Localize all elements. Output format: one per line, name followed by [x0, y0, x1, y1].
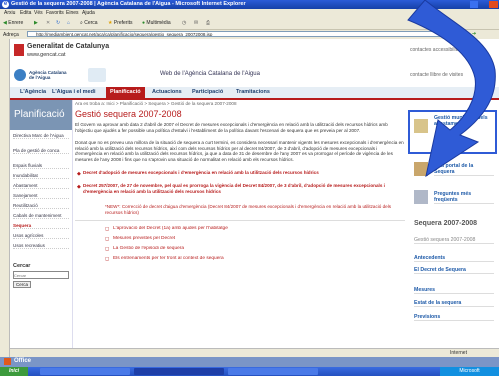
nav-participacio[interactable]: Participació [188, 87, 227, 98]
nav-actuacions[interactable]: Actuacions [148, 87, 186, 98]
site-search-input[interactable] [13, 271, 69, 279]
decree-link-2[interactable]: Decret 257/2007, de 27 de novembre, pel … [83, 183, 405, 194]
left-item-sequera[interactable]: Sequera [13, 223, 69, 229]
left-item-espais-fluvials[interactable]: Espais fluvials [13, 163, 69, 169]
star-icon: ★ [108, 20, 113, 26]
mail-icon[interactable]: ✉ [194, 19, 198, 27]
left-item-pla-gestio[interactable]: Pla de gestió de conca [13, 148, 69, 154]
nav-tramitacions[interactable]: Tramitacions [232, 87, 274, 98]
left-item-inundabilitat[interactable]: Inundabilitat [13, 173, 69, 179]
bullet-icon: ◆ [77, 171, 81, 177]
office-shortcut-bar: Office [0, 357, 499, 367]
right-item-mesures[interactable]: Mesures [414, 287, 494, 294]
related-link-4[interactable]: Els entrenaments per fer front al contex… [113, 256, 393, 261]
search-button[interactable]: ⌕ Cerca [80, 19, 98, 27]
related-link-3[interactable]: La Gestió de l'episodi de sequera [113, 246, 393, 251]
agency-welcome: Web de l'Agència Catalana de l'Aigua [160, 71, 260, 77]
agency-logo-text: Agència Catalana de l'Aigua [29, 70, 67, 80]
nav-planificacio[interactable]: Planificació [106, 87, 145, 98]
nav-aigua-medi[interactable]: L'Aigua i el medi [48, 87, 99, 98]
bullet-icon: ◆ [77, 184, 81, 190]
back-arrow-icon: ◀ [3, 20, 7, 26]
right-item-previsions[interactable]: Previsions [414, 314, 494, 321]
office-logo-icon [4, 358, 11, 365]
status-bar: Internet [10, 348, 499, 357]
org-name: Generalitat de Catalunya [27, 43, 110, 50]
menu-item-edit[interactable]: Edita [20, 10, 31, 16]
menu-item-tools[interactable]: Eines [66, 10, 79, 16]
org-url[interactable]: www.gencat.cat [27, 52, 66, 58]
section-title: Planificació [10, 100, 72, 130]
menu-item-view[interactable]: Vés [34, 10, 43, 16]
system-tray: Microsoft [440, 367, 499, 376]
right-item-decret[interactable]: El Decret de Sequera [414, 267, 494, 274]
left-item-sanejament[interactable]: Sanejament [13, 193, 69, 199]
taskbar-app-2[interactable] [134, 368, 224, 375]
left-nav: Planificació Directiva Marc de l'Aigua P… [10, 100, 73, 357]
left-item-abastament[interactable]: Abastament [13, 183, 69, 189]
divider [75, 220, 405, 221]
ie-icon: e [2, 1, 9, 8]
refresh-icon[interactable]: ↻ [56, 19, 60, 27]
right-section-title: Sequera 2007-2008 [414, 220, 478, 227]
right-item-gestio[interactable]: Gestió sequera 2007-2008 [414, 237, 494, 244]
related-link-2[interactable]: Mesures previstes pel Decret [113, 236, 393, 241]
taskbar-app-3[interactable] [228, 368, 318, 375]
left-item-usos-recreatius[interactable]: Usos recreatius [13, 243, 69, 249]
faq-thumbnail-icon [414, 190, 428, 204]
left-item-usos-agricoles[interactable]: Usos agrícoles [13, 233, 69, 239]
aca-logo-icon [14, 69, 26, 81]
print-icon[interactable]: ⎙ [206, 19, 210, 27]
nav-agencia[interactable]: L'Agència [16, 87, 50, 98]
left-panel-gutter [0, 39, 10, 357]
favorites-button[interactable]: ★ Preferits [108, 19, 133, 27]
forward-arrow-icon[interactable]: ▶ [34, 19, 38, 27]
windows-taskbar: Inici Microsoft [0, 367, 499, 376]
taskbar-app-1[interactable] [40, 368, 130, 375]
water-drop-icon [88, 68, 106, 82]
left-item-dma[interactable]: Directiva Marc de l'Aigua [13, 133, 69, 139]
media-icon: ● [142, 20, 146, 26]
bullet-icon: ◻ [105, 226, 110, 232]
related-link-1[interactable]: L'aprovació del Decret (1a) amb ajudes p… [113, 226, 393, 231]
status-zone: Internet [450, 350, 467, 356]
address-label: Adreça [3, 32, 19, 38]
home-icon[interactable]: ⌂ [67, 19, 70, 27]
left-item-cabals[interactable]: Cabals de manteniment [13, 213, 69, 219]
annotation-arrow-icon [407, 0, 496, 178]
media-button[interactable]: ● Multimèdia [142, 19, 171, 27]
office-label[interactable]: Office [14, 358, 31, 364]
right-item-antecedents[interactable]: Antecedents [414, 255, 494, 262]
stop-icon[interactable]: ✕ [46, 19, 50, 27]
menu-item-file[interactable]: Arxiu [4, 10, 15, 16]
search-icon: ⌕ [80, 20, 83, 26]
menu-item-favorites[interactable]: Favorits [46, 10, 64, 16]
bullet-icon: ◻ [105, 256, 110, 262]
bullet-icon: ◻ [105, 236, 110, 242]
decree-note[interactable]: *NEW*: Correcció de decret d'aigua d'eme… [105, 204, 395, 215]
search-label: Cercar [13, 263, 31, 269]
left-item-reutilitzacio[interactable]: Reutilització [13, 203, 69, 209]
bullet-icon: ◻ [105, 246, 110, 252]
menu-item-help[interactable]: Ajuda [82, 10, 95, 16]
right-box-faq[interactable]: Preguntes més freqüents [434, 191, 494, 204]
back-button[interactable]: ◀ Enrere [3, 19, 23, 27]
generalitat-logo-icon [14, 44, 24, 56]
site-search-button[interactable]: Cerca [13, 281, 32, 288]
start-button[interactable]: Inici [0, 367, 28, 376]
right-item-estat[interactable]: Estat de la sequera [414, 300, 494, 307]
history-icon[interactable]: ◷ [182, 19, 186, 27]
